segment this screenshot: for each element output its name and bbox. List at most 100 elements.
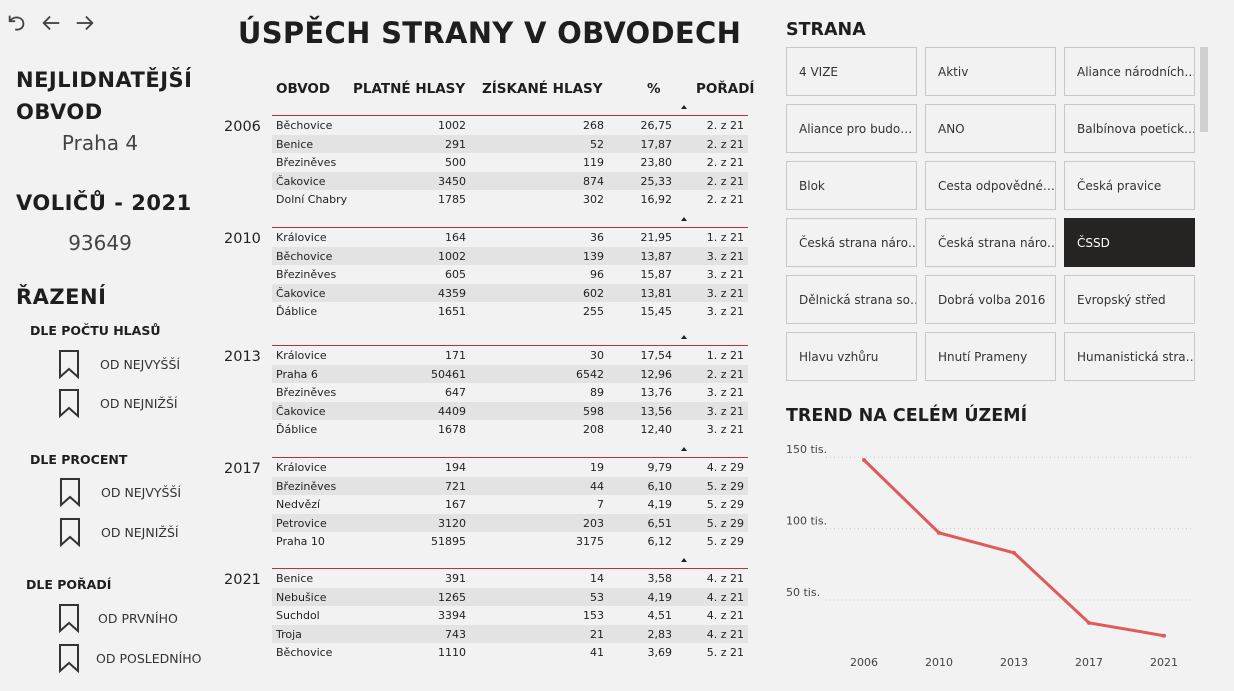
table-row[interactable]: Čakovice 4359 602 13,81 3. z 21: [272, 283, 748, 303]
cell-percent: 17,54: [640, 349, 673, 362]
trend-point[interactable]: [1087, 620, 1091, 625]
cell-ziskane-hlasy: 14: [590, 572, 604, 585]
cell-platne-hlasy: 743: [445, 627, 466, 641]
party-option[interactable]: Aliance národních…: [1064, 47, 1195, 96]
party-option[interactable]: Česká strana náro…: [925, 218, 1056, 267]
table-row[interactable]: Praha 10 51895 3175 6,12 5. z 29: [272, 532, 748, 551]
trend-point[interactable]: [1012, 550, 1016, 555]
cell-poradi: 4. z 21: [706, 609, 744, 623]
party-option[interactable]: ČSSD: [1064, 218, 1195, 267]
sort-rank-last-button[interactable]: OD POSLEDNÍHO: [58, 643, 202, 673]
party-option[interactable]: Evropský střed: [1064, 275, 1195, 324]
col-platne-hlasy[interactable]: PLATNÉ HLASY: [353, 81, 465, 97]
table-row[interactable]: Královice 194 19 9,79 4. z 29: [272, 458, 748, 477]
party-option[interactable]: Hnutí Prameny: [925, 332, 1056, 381]
sort-option-label: OD NEJNIŽŠÍ: [101, 524, 179, 540]
cell-percent: 3,58: [647, 572, 673, 585]
cell-percent: 12,96: [640, 367, 673, 381]
table-row[interactable]: Březiněves 647 89 13,76 3. z 21: [272, 383, 748, 402]
sort-option-label: OD POSLEDNÍHO: [96, 650, 202, 666]
table-row[interactable]: Královice 164 36 21,95 1. z 21: [272, 228, 748, 247]
cell-percent: 21,95: [640, 231, 673, 244]
sort-votes-desc-button[interactable]: OD NEJVYŠŠÍ: [58, 349, 180, 379]
party-option[interactable]: Česká strana náro…: [786, 218, 917, 267]
table-row[interactable]: Benice 291 52 17,87 2. z 21: [272, 134, 748, 154]
cell-poradi: 3. z 21: [706, 423, 744, 437]
party-option[interactable]: ANO: [925, 104, 1056, 153]
table-row[interactable]: Praha 6 50461 6542 12,96 2. z 21: [272, 364, 748, 384]
cell-poradi: 5. z 21: [706, 646, 744, 660]
party-option[interactable]: Cesta odpovědné…: [925, 161, 1056, 210]
cell-platne-hlasy: 605: [445, 268, 466, 282]
sort-indicator-icon[interactable]: [681, 335, 687, 339]
sort-votes-asc-button[interactable]: OD NEJNIŽŠÍ: [58, 388, 178, 418]
table-row[interactable]: Běchovice 1110 41 3,69 5. z 21: [272, 643, 748, 662]
table-row[interactable]: Benice 391 14 3,58 4. z 21: [272, 569, 748, 588]
trend-point[interactable]: [862, 458, 866, 462]
sort-indicator-icon[interactable]: [681, 105, 687, 109]
party-option[interactable]: Humanistická stra…: [1064, 332, 1195, 381]
cell-poradi: 4. z 21: [706, 627, 744, 641]
left-panel: NEJLIDNATĚJŠÍ OBVOD Praha 4 VOLIČŮ - 202…: [0, 0, 220, 691]
cell-platne-hlasy: 647: [445, 386, 466, 400]
cell-ziskane-hlasy: 36: [590, 231, 604, 244]
cell-platne-hlasy: 291: [445, 137, 466, 151]
table-row[interactable]: Suchdol 3394 153 4,51 4. z 21: [272, 606, 748, 625]
cell-ziskane-hlasy: 153: [583, 609, 604, 623]
sort-indicator-icon[interactable]: [681, 558, 687, 562]
table-row[interactable]: Březiněves 500 119 23,80 2. z 21: [272, 153, 748, 172]
cell-poradi: 3. z 21: [706, 286, 744, 300]
sort-percent-asc-button[interactable]: OD NEJNIŽŠÍ: [59, 517, 179, 547]
cell-ziskane-hlasy: 41: [590, 646, 604, 660]
party-option[interactable]: Aliance pro budo…: [786, 104, 917, 153]
cell-ziskane-hlasy: 52: [590, 137, 604, 151]
trend-point[interactable]: [1162, 633, 1166, 638]
cell-ziskane-hlasy: 21: [590, 627, 604, 641]
sort-indicator-icon[interactable]: [681, 447, 687, 451]
sort-rank-first-button[interactable]: OD PRVNÍHO: [58, 603, 178, 633]
x-tick-label: 2013: [1000, 656, 1028, 669]
party-option[interactable]: Balbínova poetick…: [1064, 104, 1195, 153]
cell-ziskane-hlasy: 302: [583, 193, 604, 207]
table-row[interactable]: Březiněves 721 44 6,10 5. z 29: [272, 476, 748, 496]
table-row[interactable]: Čakovice 4409 598 13,56 3. z 21: [272, 401, 748, 421]
col-poradi[interactable]: POŘADÍ: [696, 81, 754, 97]
table-row[interactable]: Nedvězí 167 7 4,19 5. z 29: [272, 495, 748, 514]
bookmark-icon: [60, 518, 80, 547]
col-percent[interactable]: %: [647, 81, 661, 97]
sort-percent-desc-button[interactable]: OD NEJVYŠŠÍ: [59, 477, 181, 507]
table-row[interactable]: Petrovice 3120 203 6,51 5. z 29: [272, 513, 748, 533]
party-option[interactable]: Blok: [786, 161, 917, 210]
table-row[interactable]: Ďáblice 1678 208 12,40 3. z 21: [272, 420, 748, 439]
table-row[interactable]: Troja 743 21 2,83 4. z 21: [272, 624, 748, 644]
party-option[interactable]: Dělnická strana so…: [786, 275, 917, 324]
cell-platne-hlasy: 51895: [431, 535, 466, 549]
table-row[interactable]: Nebušice 1265 53 4,19 4. z 21: [272, 587, 748, 607]
party-option[interactable]: Aktiv: [925, 47, 1056, 96]
table-row[interactable]: Čakovice 3450 874 25,33 2. z 21: [272, 171, 748, 191]
bookmark-icon: [59, 389, 79, 418]
col-ziskane-hlasy[interactable]: ZÍSKANÉ HLASY: [482, 81, 603, 97]
cell-platne-hlasy: 3120: [438, 516, 466, 530]
table-row[interactable]: Běchovice 1002 268 26,75 2. z 21: [272, 116, 748, 135]
slicer-scrollbar-thumb[interactable]: [1200, 47, 1208, 132]
party-option[interactable]: Dobrá volba 2016: [925, 275, 1056, 324]
page-title: ÚSPĚCH STRANY V OBVODECH: [237, 16, 742, 50]
col-obvod[interactable]: OBVOD: [276, 81, 330, 97]
party-option[interactable]: Hlavu vzhůru: [786, 332, 917, 381]
cell-platne-hlasy: 3450: [438, 174, 466, 188]
bookmark-icon: [59, 604, 79, 633]
party-option[interactable]: Česká pravice: [1064, 161, 1195, 210]
trend-point[interactable]: [937, 530, 941, 535]
cell-obvod: Suchdol: [276, 609, 320, 623]
sort-indicator-icon[interactable]: [681, 217, 687, 221]
trend-line[interactable]: [862, 458, 1165, 638]
slicer-scrollbar[interactable]: [1200, 47, 1208, 382]
table-row[interactable]: Královice 171 30 17,54 1. z 21: [272, 346, 748, 365]
table-row[interactable]: Dolní Chabry 1785 302 16,92 2. z 21: [272, 190, 748, 209]
table-row[interactable]: Březiněves 605 96 15,87 3. z 21: [272, 265, 748, 284]
table-row[interactable]: Běchovice 1002 139 13,87 3. z 21: [272, 246, 748, 266]
party-option[interactable]: 4 VIZE: [786, 47, 917, 96]
voters-value: 93649: [68, 231, 132, 255]
table-row[interactable]: Ďáblice 1651 255 15,45 3. z 21: [272, 302, 748, 321]
